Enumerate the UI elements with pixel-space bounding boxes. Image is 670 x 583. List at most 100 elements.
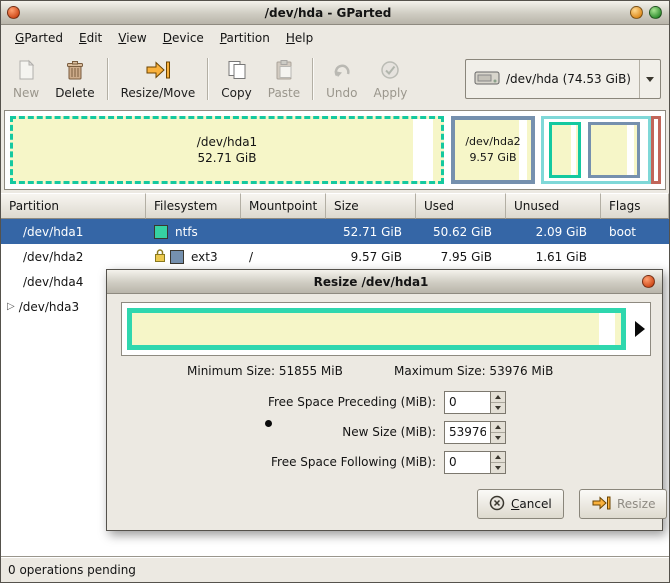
- column-header-mountpoint[interactable]: Mountpoint: [241, 193, 326, 219]
- new-size-input[interactable]: [444, 421, 491, 444]
- gparted-window: /dev/hda - GParted GParted Edit View Dev…: [0, 0, 670, 583]
- paste-icon: [273, 59, 295, 84]
- toolbar: New Delete Resize/Move Copy Paste Undo A…: [1, 51, 669, 107]
- undo-button: Undo: [318, 54, 365, 104]
- chevron-down-icon: [495, 466, 501, 470]
- free-space-following-label: Free Space Following (MiB):: [107, 455, 444, 469]
- cell-used: 50.62 GiB: [416, 219, 506, 244]
- window-minimize-button[interactable]: [630, 6, 643, 19]
- menu-edit[interactable]: Edit: [71, 27, 110, 49]
- new-button: New: [5, 54, 47, 104]
- toolbar-separator: [312, 58, 314, 100]
- column-header-flags[interactable]: Flags: [601, 193, 669, 219]
- disk-icon: [474, 70, 500, 89]
- copy-button[interactable]: Copy: [213, 54, 259, 104]
- column-header-unused[interactable]: Unused: [506, 193, 601, 219]
- table-header: Partition Filesystem Mountpoint Size Use…: [1, 193, 669, 219]
- delete-button[interactable]: Delete: [47, 54, 102, 104]
- fs-color-swatch: [170, 250, 184, 264]
- new-document-icon: [15, 59, 37, 84]
- column-header-used[interactable]: Used: [416, 193, 506, 219]
- device-selector[interactable]: /dev/hda (74.53 GiB): [465, 59, 661, 99]
- device-selector-dropdown[interactable]: [639, 60, 660, 98]
- new-size-label: New Size (MiB):: [107, 425, 444, 439]
- disk-segment-hda1[interactable]: /dev/hda1 52.71 GiB: [10, 116, 444, 184]
- resize-move-arrow-icon: [591, 495, 611, 514]
- fs-color-swatch: [154, 225, 168, 239]
- spin-up-button[interactable]: [491, 422, 505, 432]
- lock-icon: [154, 248, 166, 266]
- column-header-filesystem[interactable]: Filesystem: [146, 193, 241, 219]
- segment-size: 9.57 GiB: [469, 150, 516, 166]
- resize-partition-block[interactable]: [127, 308, 626, 350]
- column-header-size[interactable]: Size: [326, 193, 416, 219]
- pending-operations-status: 0 operations pending: [8, 563, 136, 577]
- chevron-up-icon: [495, 425, 501, 429]
- free-space-following-input[interactable]: [444, 451, 491, 474]
- segment-name: /dev/hda2: [465, 134, 520, 150]
- cell-mountpoint: /: [241, 244, 326, 269]
- expander-triangle-icon[interactable]: ▷: [7, 301, 15, 312]
- cell-partition: /dev/hda1: [1, 219, 146, 244]
- chevron-down-icon: [495, 406, 501, 410]
- chevron-up-icon: [495, 395, 501, 399]
- window-title: /dev/hda - GParted: [26, 6, 630, 20]
- menu-help[interactable]: Help: [278, 27, 321, 49]
- menu-device[interactable]: Device: [155, 27, 212, 49]
- chevron-up-icon: [495, 455, 501, 459]
- new-size-spinner: [444, 421, 506, 444]
- disk-segment-small[interactable]: [651, 116, 661, 184]
- spin-up-button[interactable]: [491, 392, 505, 402]
- table-row[interactable]: /dev/hda1 ntfs 52.71 GiB 50.62 GiB 2.09 …: [1, 219, 669, 244]
- cell-unused: 1.61 GiB: [506, 244, 601, 269]
- free-space-preceding-input[interactable]: [444, 391, 491, 414]
- cell-used: 7.95 GiB: [416, 244, 506, 269]
- cell-size: 9.57 GiB: [326, 244, 416, 269]
- apply-button: Apply: [366, 54, 416, 104]
- copy-icon: [226, 59, 248, 84]
- cell-size: 52.71 GiB: [326, 219, 416, 244]
- spin-down-button[interactable]: [491, 402, 505, 413]
- trash-icon: [64, 59, 86, 84]
- resize-dialog: Resize /dev/hda1 Minimum Size: 51855 MiB…: [106, 269, 663, 531]
- window-maximize-button[interactable]: [649, 6, 662, 19]
- resize-move-button[interactable]: Resize/Move: [113, 54, 204, 104]
- menubar: GParted Edit View Device Partition Help: [1, 25, 669, 51]
- paste-button: Paste: [260, 54, 308, 104]
- cell-flags: [601, 244, 669, 269]
- menu-view[interactable]: View: [110, 27, 154, 49]
- window-titlebar: /dev/hda - GParted: [1, 1, 669, 25]
- disk-segment-logical-1[interactable]: [549, 122, 581, 178]
- dialog-titlebar: Resize /dev/hda1: [107, 270, 662, 294]
- circle-x-icon: [489, 495, 505, 514]
- dialog-close-button[interactable]: [642, 275, 655, 288]
- resize-grow-handle-icon[interactable]: [635, 321, 645, 337]
- disk-segment-logical-2[interactable]: [588, 122, 640, 178]
- statusbar: 0 operations pending: [1, 556, 669, 582]
- segment-name: /dev/hda1: [197, 134, 257, 150]
- cell-partition: /dev/hda2: [1, 244, 146, 269]
- free-space-preceding-label: Free Space Preceding (MiB):: [107, 395, 444, 409]
- apply-check-icon: [379, 59, 401, 84]
- cell-filesystem: ext3: [146, 244, 241, 269]
- device-selector-value: /dev/hda (74.53 GiB): [506, 72, 631, 86]
- cell-flags: boot: [601, 219, 669, 244]
- resize-button[interactable]: Resize: [579, 489, 667, 519]
- chevron-down-icon: [646, 77, 654, 82]
- resize-move-arrow-icon: [144, 59, 171, 84]
- cell-unused: 2.09 GiB: [506, 219, 601, 244]
- cell-mountpoint: [241, 219, 326, 244]
- free-space-preceding-spinner: [444, 391, 506, 414]
- spin-down-button[interactable]: [491, 462, 505, 473]
- disk-segment-hda2[interactable]: /dev/hda2 9.57 GiB: [451, 116, 535, 184]
- segment-size: 52.71 GiB: [197, 150, 256, 166]
- column-header-partition[interactable]: Partition: [1, 193, 146, 219]
- spin-up-button[interactable]: [491, 452, 505, 462]
- disk-segment-extended[interactable]: [541, 116, 651, 184]
- window-close-button[interactable]: [7, 6, 20, 19]
- table-row[interactable]: /dev/hda2 ext3 / 9.57 GiB 7.95 GiB 1.61 …: [1, 244, 669, 269]
- menu-partition[interactable]: Partition: [212, 27, 278, 49]
- menu-gparted[interactable]: GParted: [7, 27, 71, 49]
- cancel-button[interactable]: Cancel: [477, 489, 564, 519]
- spin-down-button[interactable]: [491, 432, 505, 443]
